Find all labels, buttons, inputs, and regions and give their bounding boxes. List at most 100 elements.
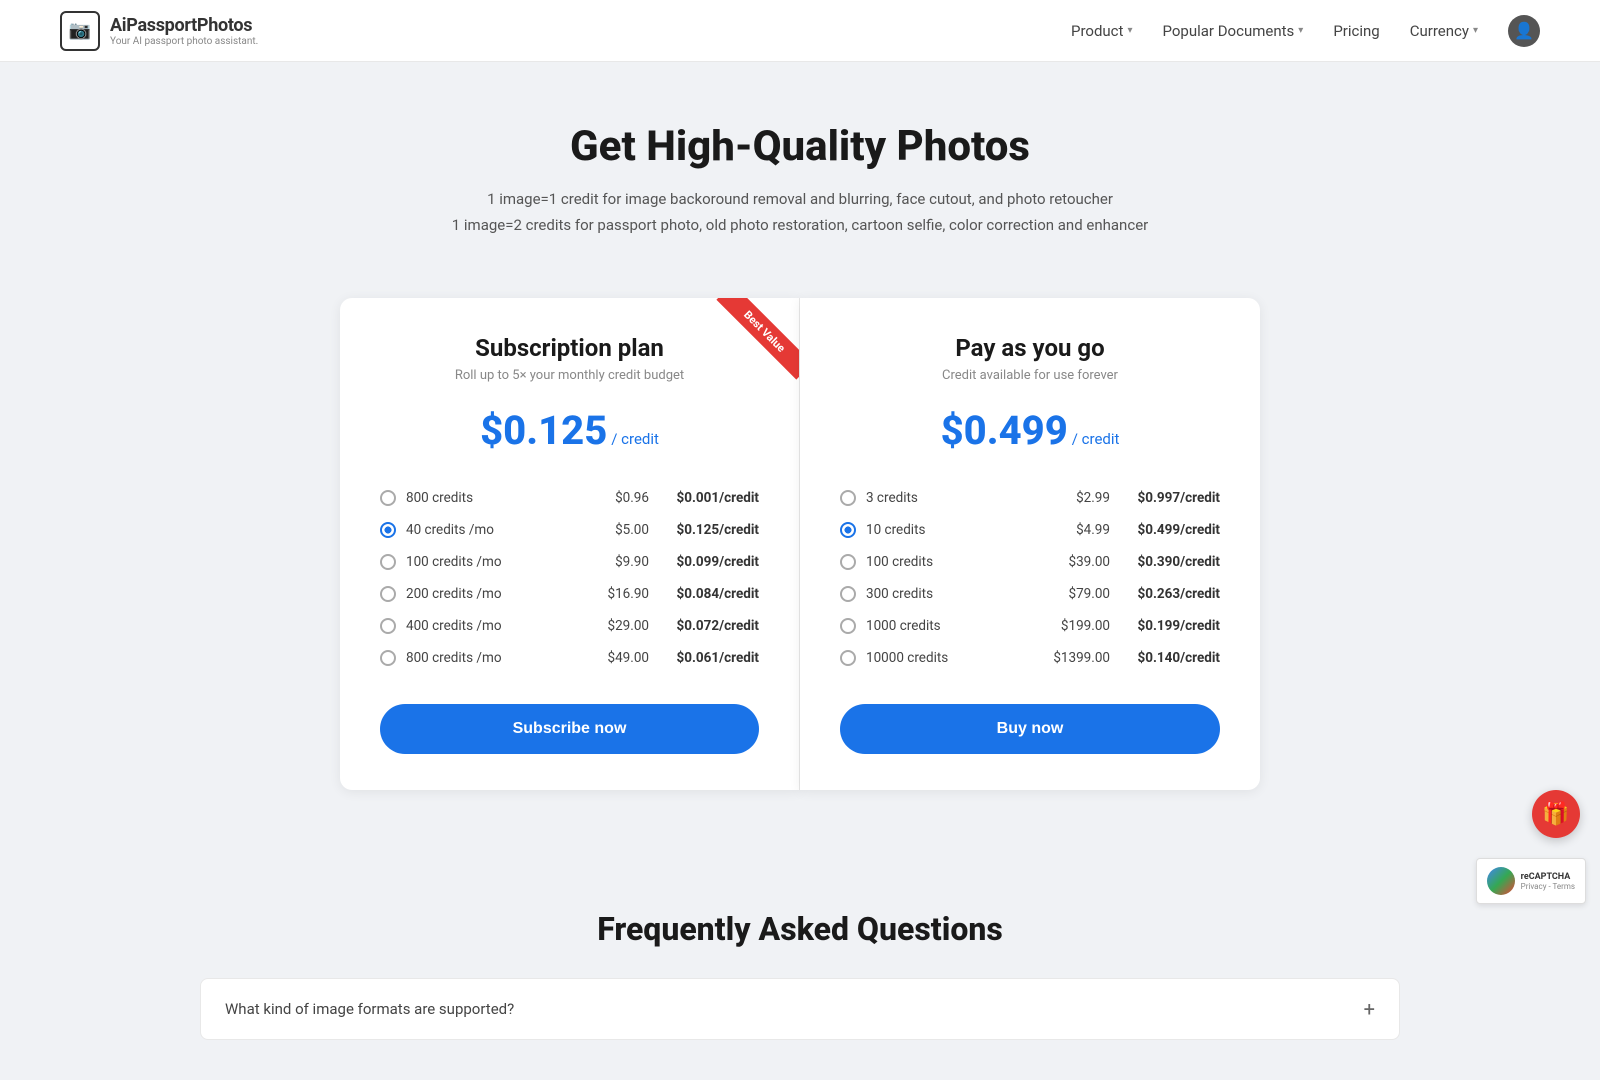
subscribe-now-button[interactable]: Subscribe now [380, 704, 759, 754]
option-label: 800 credits /mo [406, 650, 584, 666]
payg-option-1[interactable]: 10 credits $4.99 $0.499/credit [840, 514, 1220, 546]
payg-price-display: $0.499 / credit [840, 407, 1220, 454]
chevron-down-icon: ▾ [1127, 25, 1132, 36]
option-label: 1000 credits [866, 618, 1045, 634]
chevron-down-icon: ▾ [1473, 25, 1478, 36]
subscription-price: $0.125 [480, 407, 607, 454]
option-price: $9.90 [584, 554, 649, 570]
option-price: $79.00 [1045, 586, 1110, 602]
option-label: 800 credits [406, 490, 584, 506]
option-price: $5.00 [584, 522, 649, 538]
payg-price-unit: / credit [1072, 430, 1120, 448]
radio-icon[interactable] [380, 522, 396, 538]
nav-popular-docs[interactable]: Popular Documents ▾ [1162, 22, 1303, 40]
subscription-option-5[interactable]: 800 credits /mo $49.00 $0.061/credit [380, 642, 759, 674]
subscription-title: Subscription plan [380, 334, 759, 362]
nav-product[interactable]: Product ▾ [1071, 22, 1132, 40]
option-per-credit: $0.084/credit [649, 586, 759, 602]
subscription-option-2[interactable]: 100 credits /mo $9.90 $0.099/credit [380, 546, 759, 578]
option-per-credit: $0.263/credit [1110, 586, 1220, 602]
faq-question: What kind of image formats are supported… [225, 1000, 514, 1018]
radio-icon[interactable] [840, 490, 856, 506]
option-label: 300 credits [866, 586, 1045, 602]
option-per-credit: $0.390/credit [1110, 554, 1220, 570]
faq-item[interactable]: What kind of image formats are supported… [200, 978, 1400, 1040]
option-price: $49.00 [584, 650, 649, 666]
pricing-section: Subscription plan Roll up to 5× your mon… [0, 278, 1600, 850]
radio-icon[interactable] [380, 490, 396, 506]
option-per-credit: $0.099/credit [649, 554, 759, 570]
radio-icon[interactable] [840, 522, 856, 538]
subscription-option-3[interactable]: 200 credits /mo $16.90 $0.084/credit [380, 578, 759, 610]
subscription-price-display: $0.125 / credit [380, 407, 759, 454]
payg-option-2[interactable]: 100 credits $39.00 $0.390/credit [840, 546, 1220, 578]
faq-section: Frequently Asked Questions What kind of … [0, 850, 1600, 1080]
radio-icon[interactable] [840, 618, 856, 634]
faq-title: Frequently Asked Questions [200, 910, 1400, 948]
option-per-credit: $0.199/credit [1110, 618, 1220, 634]
option-per-credit: $0.072/credit [649, 618, 759, 634]
payg-options: 3 credits $2.99 $0.997/credit 10 credits… [840, 482, 1220, 674]
recaptcha-logo-icon [1487, 867, 1515, 895]
subscription-options: 800 credits $0.96 $0.001/credit 40 credi… [380, 482, 759, 674]
radio-icon[interactable] [380, 586, 396, 602]
option-label: 400 credits /mo [406, 618, 584, 634]
logo-icon: 📷 [60, 11, 100, 51]
subscription-subtitle: Roll up to 5× your monthly credit budget [380, 368, 759, 383]
option-label: 200 credits /mo [406, 586, 584, 602]
logo-title: AiPassportPhotos [110, 15, 258, 36]
option-per-credit: $0.061/credit [649, 650, 759, 666]
option-price: $4.99 [1045, 522, 1110, 538]
nav-links: Product ▾ Popular Documents ▾ Pricing Cu… [1071, 15, 1540, 47]
option-label: 3 credits [866, 490, 1045, 506]
radio-icon[interactable] [380, 650, 396, 666]
payg-price: $0.499 [941, 407, 1068, 454]
chevron-down-icon: ▾ [1298, 25, 1303, 36]
hero-section: Get High-Quality Photos 1 image=1 credit… [0, 62, 1600, 278]
radio-icon[interactable] [840, 586, 856, 602]
payg-option-3[interactable]: 300 credits $79.00 $0.263/credit [840, 578, 1220, 610]
option-per-credit: $0.499/credit [1110, 522, 1220, 538]
hero-line1: 1 image=1 credit for image backoround re… [20, 187, 1580, 213]
option-label: 10 credits [866, 522, 1045, 538]
nav-pricing[interactable]: Pricing [1333, 22, 1379, 40]
option-per-credit: $0.125/credit [649, 522, 759, 538]
subscription-price-unit: / credit [611, 430, 659, 448]
payg-title: Pay as you go [840, 334, 1220, 362]
option-label: 10000 credits [866, 650, 1045, 666]
option-per-credit: $0.001/credit [649, 490, 759, 506]
option-label: 40 credits /mo [406, 522, 584, 538]
logo[interactable]: 📷 AiPassportPhotos Your AI passport phot… [60, 11, 1071, 51]
subscription-option-1[interactable]: 40 credits /mo $5.00 $0.125/credit [380, 514, 759, 546]
user-avatar-icon[interactable]: 👤 [1508, 15, 1540, 47]
option-price: $29.00 [584, 618, 649, 634]
radio-icon[interactable] [840, 650, 856, 666]
option-price: $199.00 [1045, 618, 1110, 634]
payg-option-4[interactable]: 1000 credits $199.00 $0.199/credit [840, 610, 1220, 642]
option-price: $39.00 [1045, 554, 1110, 570]
radio-icon[interactable] [380, 618, 396, 634]
recaptcha-badge: reCAPTCHA Privacy - Terms [1476, 858, 1586, 904]
hero-line2: 1 image=2 credits for passport photo, ol… [20, 213, 1580, 239]
buy-now-button[interactable]: Buy now [840, 704, 1220, 754]
radio-icon[interactable] [380, 554, 396, 570]
option-label: 100 credits [866, 554, 1045, 570]
payg-option-5[interactable]: 10000 credits $1399.00 $0.140/credit [840, 642, 1220, 674]
floating-gift-button[interactable]: 🎁 [1532, 790, 1580, 838]
payg-option-0[interactable]: 3 credits $2.99 $0.997/credit [840, 482, 1220, 514]
option-per-credit: $0.140/credit [1110, 650, 1220, 666]
option-label: 100 credits /mo [406, 554, 584, 570]
subscription-option-4[interactable]: 400 credits /mo $29.00 $0.072/credit [380, 610, 759, 642]
logo-subtitle: Your AI passport photo assistant. [110, 36, 258, 47]
hero-heading: Get High-Quality Photos [20, 122, 1580, 171]
navbar: 📷 AiPassportPhotos Your AI passport phot… [0, 0, 1600, 62]
nav-currency[interactable]: Currency ▾ [1410, 22, 1478, 40]
option-price: $16.90 [584, 586, 649, 602]
subscription-option-0[interactable]: 800 credits $0.96 $0.001/credit [380, 482, 759, 514]
radio-icon[interactable] [840, 554, 856, 570]
option-price: $1399.00 [1045, 650, 1110, 666]
logo-text: AiPassportPhotos Your AI passport photo … [110, 15, 258, 47]
payg-subtitle: Credit available for use forever [840, 368, 1220, 383]
option-price: $0.96 [584, 490, 649, 506]
subscription-card: Subscription plan Roll up to 5× your mon… [340, 298, 800, 790]
